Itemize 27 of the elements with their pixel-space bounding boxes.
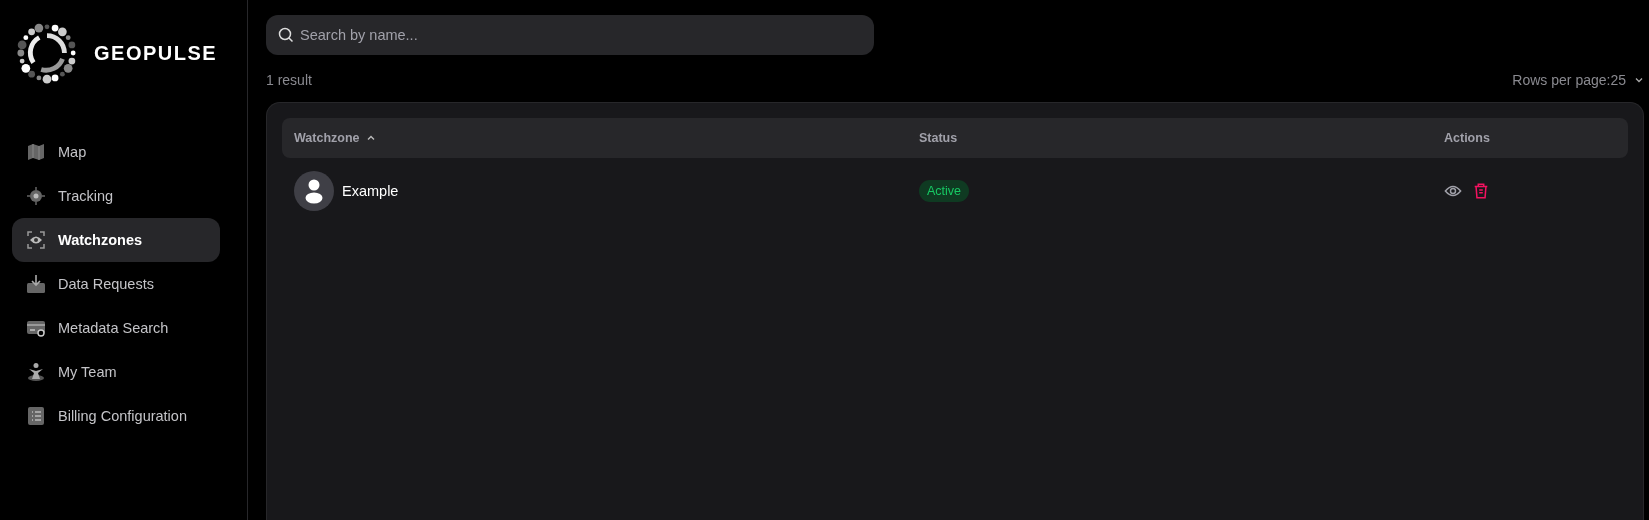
result-count: 1 result — [266, 72, 312, 88]
person-icon — [26, 362, 46, 382]
brand-name: GEOPULSE — [94, 41, 218, 65]
download-icon — [26, 274, 46, 294]
crosshair-icon — [26, 186, 46, 206]
map-icon — [26, 142, 46, 162]
sidebar-item[interactable]: Billing Configuration — [12, 394, 220, 438]
sidebar-item[interactable]: Metadata Search — [12, 306, 220, 350]
sidebar-item[interactable]: Tracking — [12, 174, 220, 218]
delete-icon[interactable] — [1472, 182, 1490, 200]
sidebar-item[interactable]: My Team — [12, 350, 220, 394]
logo-icon — [16, 22, 78, 84]
column-header[interactable]: Status — [919, 131, 1444, 145]
status-badge: Active — [919, 180, 970, 202]
column-header[interactable]: Watchzone — [282, 131, 919, 145]
list-icon — [26, 406, 46, 426]
search-field[interactable]: Search by name... — [266, 15, 874, 55]
avatar-icon — [294, 171, 334, 211]
sidebar-item[interactable]: Watchzones — [12, 218, 220, 262]
sidebar-item[interactable]: Map — [12, 130, 220, 174]
column-header[interactable]: Actions — [1444, 131, 1628, 145]
chevron-down-icon — [1634, 75, 1644, 85]
sidebar-item[interactable]: Data Requests — [12, 262, 220, 306]
watchzone-name: Example — [342, 183, 399, 199]
card-search-icon — [26, 318, 46, 338]
eye-icon — [26, 230, 46, 250]
rows-per-page-select[interactable]: Rows per page:25 — [1512, 72, 1644, 88]
